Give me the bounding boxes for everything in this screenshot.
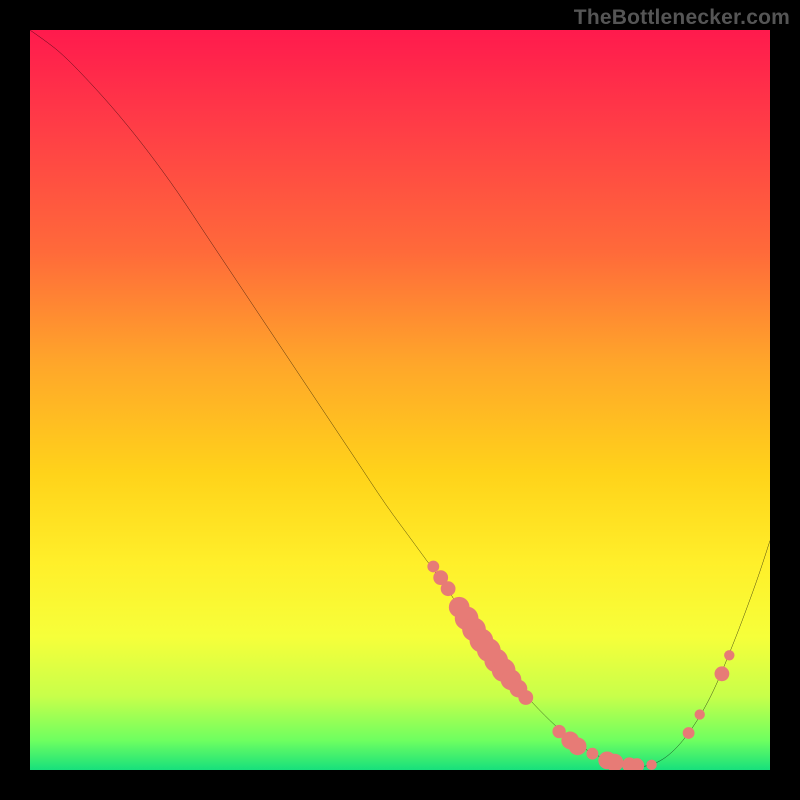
curve-marker (724, 650, 734, 660)
attribution-label: TheBottlenecker.com (574, 6, 790, 30)
bottleneck-curve (30, 30, 770, 767)
curve-marker (586, 748, 598, 760)
curve-marker (441, 581, 456, 596)
curve-layer (30, 30, 770, 770)
curve-marker (715, 666, 730, 681)
curve-marker (427, 561, 439, 573)
curve-marker (569, 737, 587, 755)
curve-marker (695, 709, 705, 719)
chart-stage: TheBottlenecker.com (0, 0, 800, 800)
curve-marker (518, 690, 533, 705)
curve-marker (646, 760, 656, 770)
plot-area (30, 30, 770, 770)
curve-marker (683, 727, 695, 739)
curve-markers (427, 561, 734, 770)
